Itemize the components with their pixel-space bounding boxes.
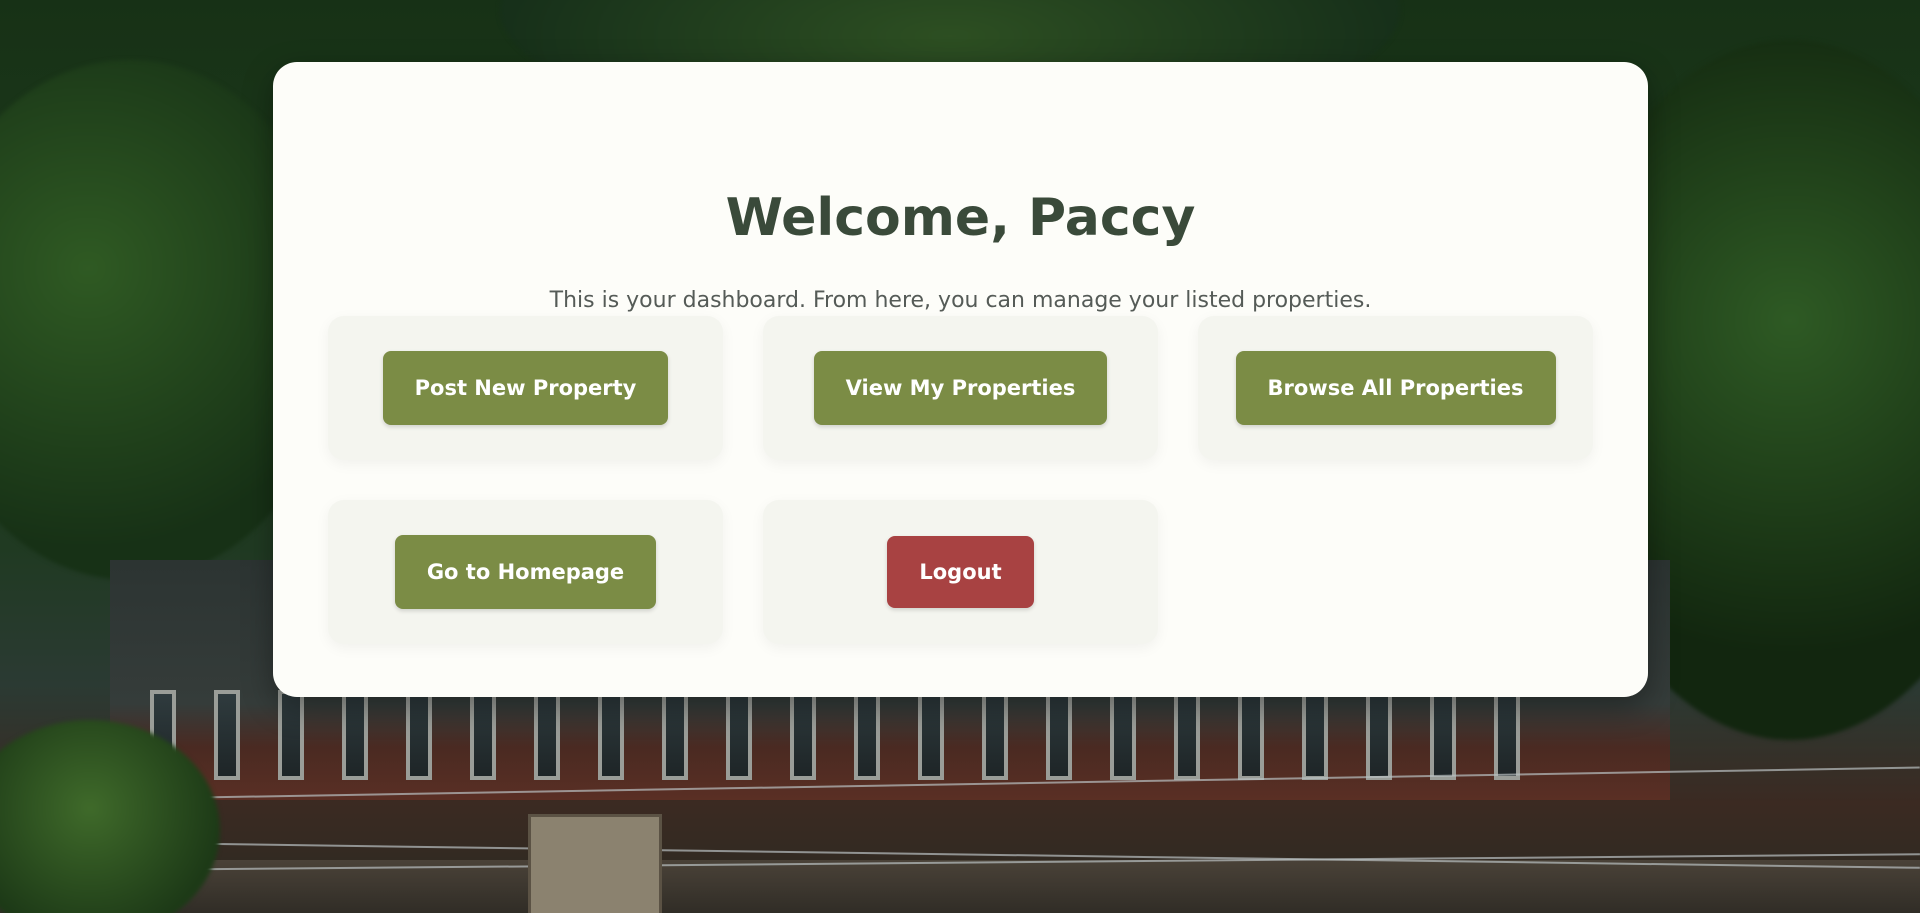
warning-sign — [528, 814, 662, 913]
action-tile-browse: Browse All Properties — [1198, 316, 1593, 460]
logout-button[interactable]: Logout — [887, 536, 1034, 608]
window — [854, 690, 880, 780]
window — [982, 690, 1008, 780]
window — [534, 690, 560, 780]
window — [1110, 690, 1136, 780]
action-tile-home: Go to Homepage — [328, 500, 723, 644]
window — [214, 690, 240, 780]
action-tile-view: View My Properties — [763, 316, 1158, 460]
go-to-homepage-button[interactable]: Go to Homepage — [394, 535, 657, 609]
page-title: Welcome, Paccy — [725, 188, 1196, 248]
window — [1174, 690, 1200, 780]
window — [278, 690, 304, 780]
window — [1302, 690, 1328, 780]
window — [1238, 690, 1264, 780]
action-tile-post: Post New Property — [328, 316, 723, 460]
window — [918, 690, 944, 780]
post-new-property-button[interactable]: Post New Property — [382, 351, 669, 425]
window — [790, 690, 816, 780]
window — [470, 690, 496, 780]
page-subtitle: This is your dashboard. From here, you c… — [549, 288, 1372, 313]
window — [1494, 690, 1520, 780]
window — [406, 690, 432, 780]
window — [598, 690, 624, 780]
window — [1046, 690, 1072, 780]
window — [726, 690, 752, 780]
action-grid: Post New Property View My Properties Bro… — [328, 316, 1593, 644]
window — [662, 690, 688, 780]
action-tile-logout: Logout — [763, 500, 1158, 644]
window — [342, 690, 368, 780]
window — [1366, 690, 1392, 780]
dashboard-card: Welcome, Paccy This is your dashboard. F… — [273, 62, 1648, 697]
browse-all-properties-button[interactable]: Browse All Properties — [1235, 351, 1556, 425]
window — [1430, 690, 1456, 780]
view-my-properties-button[interactable]: View My Properties — [813, 351, 1108, 425]
